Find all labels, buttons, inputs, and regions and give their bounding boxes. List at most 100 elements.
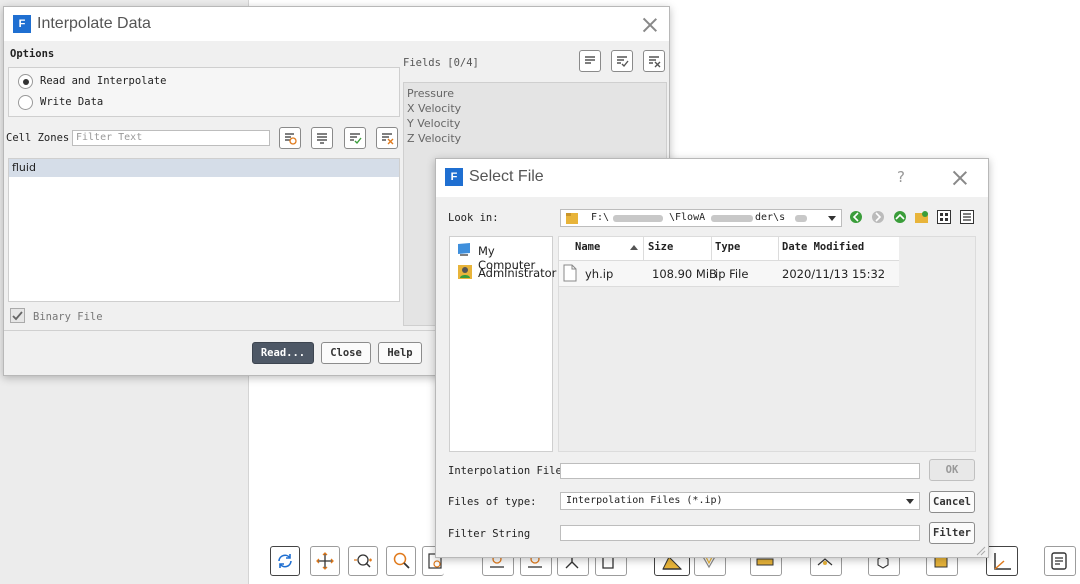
filter-string-input[interactable] bbox=[560, 525, 920, 541]
blurred-path-segment bbox=[613, 215, 663, 222]
chevron-down-icon bbox=[906, 499, 914, 504]
list-filter-button[interactable] bbox=[311, 127, 333, 149]
fields-list-button[interactable] bbox=[579, 50, 601, 72]
list-view-icon[interactable] bbox=[937, 210, 951, 224]
file-date: 2020/11/13 15:32 bbox=[782, 267, 886, 281]
binary-file-checkbox[interactable] bbox=[10, 308, 25, 323]
list-item[interactable]: Y Velocity bbox=[407, 117, 460, 130]
read-interpolate-radio[interactable] bbox=[18, 74, 33, 89]
write-data-radio[interactable] bbox=[18, 95, 33, 110]
binary-file-label: Binary File bbox=[33, 311, 103, 323]
folder-icon bbox=[566, 213, 578, 224]
filter-string-label: Filter String bbox=[448, 528, 531, 540]
interpolation-file-input[interactable] bbox=[560, 463, 920, 479]
path-segment: der\s bbox=[755, 212, 786, 223]
rotate-icon bbox=[278, 554, 292, 568]
help-icon[interactable]: ? bbox=[897, 168, 905, 186]
detail-view-icon[interactable] bbox=[960, 210, 974, 224]
rotate-view-button[interactable] bbox=[270, 546, 300, 576]
places-sidebar: My Computer Administrator bbox=[449, 236, 556, 452]
document-icon bbox=[1051, 552, 1067, 570]
fluent-logo-icon: F bbox=[13, 15, 31, 33]
magnifier-icon bbox=[393, 552, 410, 569]
read-button[interactable]: Read... bbox=[252, 342, 314, 364]
column-header-date[interactable]: Date Modified bbox=[782, 241, 864, 253]
filter-button[interactable]: Filter bbox=[929, 522, 975, 544]
cancel-button[interactable]: Cancel bbox=[929, 491, 975, 513]
column-header-size[interactable]: Size bbox=[648, 241, 673, 253]
file-size: 108.90 MiB bbox=[652, 267, 717, 281]
zoom-to-area-button[interactable] bbox=[386, 546, 416, 576]
sort-ascending-icon bbox=[630, 245, 638, 250]
file-type: ip File bbox=[715, 267, 749, 281]
list-item[interactable]: Pressure bbox=[407, 87, 454, 100]
place-my-computer[interactable]: My Computer bbox=[450, 240, 552, 272]
files-of-type-label: Files of type: bbox=[448, 496, 537, 508]
resize-grip-icon[interactable] bbox=[974, 544, 986, 556]
list-circle-icon bbox=[285, 133, 297, 145]
list-icon bbox=[585, 56, 595, 64]
files-of-type-select[interactable]: Interpolation Files (*.ip) bbox=[560, 492, 920, 510]
interpolate-titlebar: F Interpolate Data bbox=[4, 7, 669, 41]
ok-button[interactable]: OK bbox=[929, 459, 975, 481]
column-header-type[interactable]: Type bbox=[715, 241, 740, 253]
cell-zones-filter-input[interactable]: Filter Text bbox=[72, 130, 270, 146]
fluent-logo-icon: F bbox=[445, 168, 463, 186]
dialog-title: Select File bbox=[469, 168, 544, 185]
pan-button[interactable] bbox=[310, 546, 340, 576]
forward-icon[interactable] bbox=[871, 210, 885, 224]
options-heading: Options bbox=[10, 48, 55, 60]
read-interpolate-label: Read and Interpolate bbox=[40, 75, 167, 87]
check-icon bbox=[12, 311, 23, 321]
fields-select-all-button[interactable] bbox=[611, 50, 633, 72]
back-icon[interactable] bbox=[849, 210, 863, 224]
file-icon bbox=[563, 264, 577, 282]
file-list[interactable]: Name Size Type Date Modified yh.ip 108.9… bbox=[558, 236, 976, 452]
path-segment: F:\ bbox=[591, 212, 610, 223]
close-icon[interactable] bbox=[640, 15, 660, 35]
column-divider bbox=[643, 237, 644, 261]
write-data-label: Write Data bbox=[40, 96, 104, 108]
table-row[interactable]: yh.ip 108.90 MiB ip File 2020/11/13 15:3… bbox=[559, 261, 899, 287]
list-item[interactable]: fluid bbox=[9, 159, 399, 177]
blurred-path-segment bbox=[795, 215, 807, 222]
close-icon[interactable] bbox=[950, 168, 970, 188]
fields-label: Fields [0/4] bbox=[403, 57, 479, 69]
files-of-type-value: Interpolation Files (*.ip) bbox=[566, 495, 723, 506]
zoom-in-out-icon bbox=[354, 554, 372, 568]
computer-icon bbox=[458, 243, 470, 256]
file-list-header: Name Size Type Date Modified bbox=[559, 237, 899, 261]
blurred-path-segment bbox=[711, 215, 753, 222]
chevron-down-icon bbox=[828, 216, 836, 221]
list-clear-icon bbox=[382, 133, 394, 145]
list-item[interactable]: X Velocity bbox=[407, 102, 461, 115]
look-in-combo[interactable]: F:\ \FlowA der\s bbox=[560, 209, 842, 227]
select-zone-button[interactable] bbox=[279, 127, 301, 149]
list-item[interactable]: Z Velocity bbox=[407, 132, 461, 145]
fields-deselect-all-button[interactable] bbox=[643, 50, 665, 72]
column-divider bbox=[711, 237, 712, 261]
column-divider bbox=[778, 237, 779, 261]
deselect-all-zones-button[interactable] bbox=[376, 127, 398, 149]
chart-axes-icon bbox=[994, 553, 1011, 570]
help-button[interactable]: Help bbox=[378, 342, 422, 364]
zoom-in-out-button[interactable] bbox=[348, 546, 378, 576]
zone-name: fluid bbox=[12, 161, 36, 174]
look-in-label: Look in: bbox=[448, 212, 499, 224]
file-name: yh.ip bbox=[585, 267, 614, 281]
plot-axes-button[interactable] bbox=[986, 546, 1018, 576]
column-header-name[interactable]: Name bbox=[575, 241, 600, 253]
select-all-zones-button[interactable] bbox=[344, 127, 366, 149]
list-check-icon bbox=[350, 133, 362, 145]
up-folder-icon[interactable] bbox=[893, 210, 907, 224]
new-folder-icon[interactable] bbox=[914, 210, 930, 224]
list-icon bbox=[317, 133, 327, 144]
select-file-titlebar: F Select File ? bbox=[436, 159, 988, 197]
select-file-dialog: F Select File ? Look in: F:\ \FlowA der\… bbox=[435, 158, 989, 558]
dialog-title: Interpolate Data bbox=[37, 15, 151, 32]
close-button[interactable]: Close bbox=[321, 342, 371, 364]
cell-zones-label: Cell Zones bbox=[6, 132, 70, 144]
place-administrator[interactable]: Administrator bbox=[450, 262, 556, 282]
cell-zones-list[interactable]: fluid bbox=[8, 158, 400, 302]
report-button[interactable] bbox=[1044, 546, 1076, 576]
